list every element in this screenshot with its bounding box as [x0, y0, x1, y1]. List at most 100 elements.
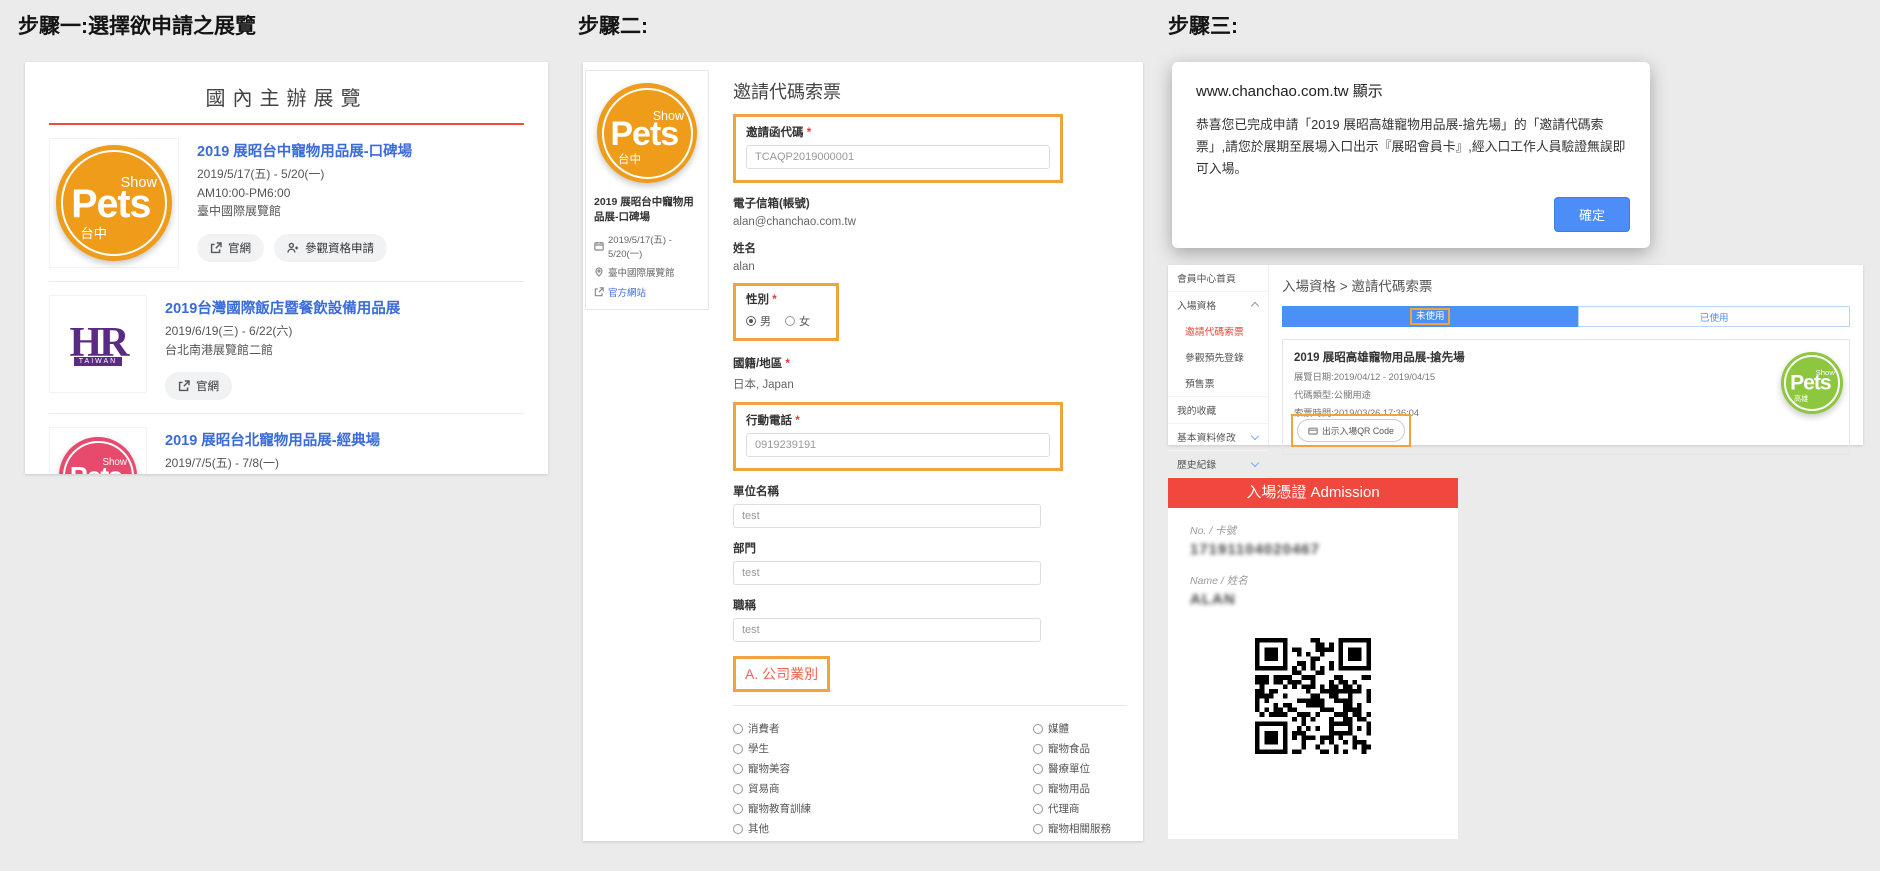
confirm-button[interactable]: 確定 [1554, 197, 1630, 232]
exhibition-info: 2019 展昭台中寵物用品展-口碑場 2019/5/17(五) - 5/20(一… [197, 138, 412, 268]
sidebar-item-home[interactable]: 會員中心首頁 [1168, 265, 1268, 292]
company-type-option[interactable]: 媒體 [1033, 721, 1127, 736]
card-number-value: 17191104020467 [1190, 541, 1458, 558]
exhibition-logo: Pets Show 台中 [49, 138, 179, 268]
exhibition-row: Pets Show 台中 2019 展昭台中寵物用品展-口碑場 2019/5/1… [49, 125, 524, 281]
sidebar-item-presale-ticket[interactable]: 預售票 [1168, 370, 1268, 397]
logo-show-text: Show [1816, 368, 1835, 377]
company-type-option[interactable]: 代理商 [1033, 801, 1127, 816]
department-input[interactable] [733, 561, 1041, 585]
gender-female-label: 女 [799, 313, 810, 329]
highlight-box-mobile: 行動電話 [733, 402, 1063, 471]
exhibition-title-link[interactable]: 2019 展昭台北寵物用品展-經典場 [165, 429, 380, 450]
tab-unused[interactable]: 未使用 [1282, 306, 1578, 327]
department-label: 部門 [733, 540, 1127, 556]
event-dates-line: 2019/5/17(五) - 5/20(一) [594, 232, 700, 260]
ticket-date-line: 展覽日期:2019/04/12 - 2019/04/15 [1294, 369, 1838, 383]
admission-qr-code [1255, 638, 1371, 759]
company-type-option[interactable]: 寵物教育訓練 [733, 801, 1033, 816]
step3-title: 步驟三: [1168, 10, 1238, 40]
pets-show-taichung-logo: Pets Show 台中 [597, 83, 697, 183]
ticket-application-form: 邀請代碼索票 邀請函代碼 電子信箱(帳號) alan@chanchao.com.… [733, 62, 1143, 841]
member-main: 入場資格 > 邀請代碼索票 未使用 已使用 2019 展昭高雄寵物用品展-搶先場… [1269, 265, 1863, 445]
qr-code-image [1255, 638, 1371, 754]
logo-sub-text: TAIWAN [74, 357, 122, 366]
ticket-card: 2019 展昭高雄寵物用品展-搶先場 展覽日期:2019/04/12 - 201… [1282, 339, 1850, 455]
radio-unchecked-icon [1033, 824, 1043, 834]
sidebar-item-admission[interactable]: 入場資格 [1168, 292, 1268, 318]
radio-unchecked-icon [1033, 804, 1043, 814]
sidebar-item-preregister[interactable]: 參觀預先登錄 [1168, 344, 1268, 370]
logo-show-text: Show [121, 175, 157, 191]
radio-unchecked-icon [733, 744, 743, 754]
highlight-box-tab: 未使用 [1410, 308, 1451, 325]
tab-unused-label: 未使用 [1416, 311, 1445, 322]
logo-show-text: Show [102, 457, 126, 468]
invite-code-input[interactable] [746, 145, 1050, 169]
company-type-option[interactable]: 寵物食品 [1033, 741, 1127, 756]
hr-taiwan-logo: HR TAIWAN [70, 322, 127, 366]
option-label: 代理商 [1048, 801, 1080, 816]
company-type-option[interactable]: 醫療單位 [1033, 761, 1127, 776]
sidebar-item-favorites[interactable]: 我的收藏 [1168, 397, 1268, 424]
gender-female-option[interactable]: 女 [785, 313, 810, 329]
company-type-option[interactable]: 消費者 [733, 721, 1033, 736]
company-label: 單位名稱 [733, 483, 1127, 499]
sidebar-item-history[interactable]: 歷史紀錄 [1168, 451, 1268, 478]
pets-show-taichung-logo: Pets Show 台中 [56, 145, 172, 261]
highlight-box-invite-code: 邀請函代碼 [733, 114, 1063, 183]
dialog-message: 恭喜您已完成申請「2019 展昭高雄寵物用品展-搶先場」的「邀請代碼索票」,請您… [1196, 114, 1626, 179]
radio-unchecked-icon [733, 824, 743, 834]
admission-header: 入場憑證 Admission [1168, 478, 1458, 508]
section-a-heading: A. 公司業別 [745, 666, 818, 682]
company-type-option[interactable]: 寵物美容 [733, 761, 1033, 776]
official-website-link[interactable]: 官方網站 [594, 285, 700, 299]
nationality-label: 國籍/地區 [733, 355, 1127, 371]
logo-word: Pets [610, 114, 678, 153]
step2-title: 步驟二: [578, 10, 648, 40]
radio-unchecked-icon [1033, 744, 1043, 754]
website-button[interactable]: 官網 [165, 372, 232, 400]
exhibition-dates: 2019/7/5(五) - 7/8(一) [165, 454, 380, 473]
company-type-col2: 媒體寵物食品醫療單位寵物用品代理商寵物相關服務 [1033, 716, 1127, 841]
person-plus-icon [287, 242, 299, 254]
option-label: 學生 [748, 741, 769, 756]
exhibition-dates: 2019/5/17(五) - 5/20(一) [197, 165, 412, 184]
radio-unchecked-icon [733, 784, 743, 794]
gender-male-label: 男 [760, 313, 771, 329]
highlight-box-section-a: A. 公司業別 [733, 656, 830, 692]
email-label: 電子信箱(帳號) [733, 195, 1127, 211]
exhibition-venue: 臺中國際展覽館 [197, 202, 412, 221]
exhibition-title-link[interactable]: 2019 展昭台中寵物用品展-口碑場 [197, 140, 412, 161]
exhibition-venue: 台北南港展覽館一館 [165, 473, 380, 474]
company-type-option[interactable]: 學生 [733, 741, 1033, 756]
location-pin-icon [594, 267, 604, 277]
option-label: 醫療單位 [1048, 761, 1090, 776]
pets-show-taipei-logo: Pets Show 台北 [59, 437, 137, 474]
logo-word: Pets [71, 181, 150, 226]
tab-used[interactable]: 已使用 [1578, 306, 1850, 327]
sidebar-item-label: 基本資料修改 [1177, 433, 1236, 444]
company-type-option[interactable]: 寵物用品 [1033, 781, 1127, 796]
exhibition-title-link[interactable]: 2019台灣國際飯店暨餐飲設備用品展 [165, 297, 400, 318]
company-type-option[interactable]: 貿易商 [733, 781, 1033, 796]
radio-checked-icon [746, 316, 756, 326]
show-qr-code-button[interactable]: 出示入場QR Code [1297, 419, 1405, 442]
nationality-value: 日本, Japan [733, 376, 1127, 392]
option-label: 媒體 [1048, 721, 1069, 736]
sidebar-item-profile[interactable]: 基本資料修改 [1168, 424, 1268, 451]
dialog-source: www.chanchao.com.tw 顯示 [1196, 80, 1626, 101]
company-input[interactable] [733, 504, 1041, 528]
sidebar-item-label: 入場資格 [1177, 301, 1216, 312]
website-button[interactable]: 官網 [197, 234, 264, 262]
mobile-input[interactable] [746, 433, 1050, 457]
company-type-option[interactable]: 其他 [733, 821, 1033, 836]
radio-unchecked-icon [1033, 764, 1043, 774]
apply-button[interactable]: 參觀資格申請 [274, 234, 387, 262]
company-type-option[interactable]: 寵物相關服務 [1033, 821, 1127, 836]
exhibition-row: Pets Show 台北 2019 展昭台北寵物用品展-經典場 2019/7/5… [49, 413, 524, 474]
ticket-status-tabs: 未使用 已使用 [1282, 306, 1850, 327]
sidebar-item-invite-code[interactable]: 邀請代碼索票 [1168, 318, 1268, 344]
job-title-input[interactable] [733, 618, 1041, 642]
gender-male-option[interactable]: 男 [746, 313, 771, 329]
